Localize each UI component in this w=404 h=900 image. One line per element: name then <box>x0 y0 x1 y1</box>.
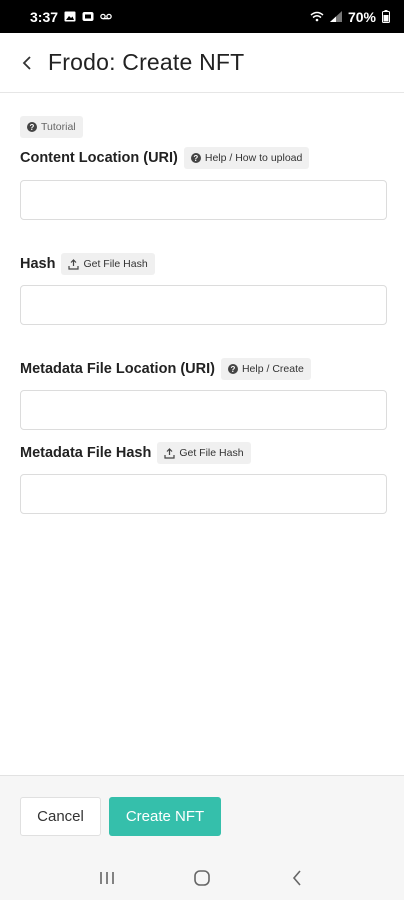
system-back-button[interactable] <box>277 863 317 893</box>
tutorial-button[interactable]: ? Tutorial <box>20 116 83 138</box>
status-right: 70% <box>310 9 390 25</box>
get-metadata-hash-button[interactable]: Get File Hash <box>157 442 251 464</box>
help-create-button[interactable]: ? Help / Create <box>220 358 311 380</box>
battery-icon <box>382 10 390 23</box>
help-icon: ? <box>190 153 201 163</box>
get-file-hash-button[interactable]: Get File Hash <box>61 253 155 275</box>
upload-icon <box>164 447 175 459</box>
get-metadata-hash-label: Get File Hash <box>179 447 244 459</box>
status-time: 3:37 <box>30 8 59 25</box>
help-upload-label: Help / How to upload <box>204 152 303 164</box>
image-icon <box>64 11 76 22</box>
help-create-label: Help / Create <box>241 363 304 375</box>
content-location-label: Content Location (URI) <box>20 150 178 166</box>
chevron-left-icon <box>22 55 31 70</box>
metadata-hash-label-row: Metadata File Hash Get File Hash <box>20 442 251 464</box>
help-icon: ? <box>27 122 37 132</box>
status-left: 3:37 <box>30 9 112 25</box>
help-upload-button[interactable]: ? Help / How to upload <box>183 147 310 169</box>
metadata-location-input[interactable] <box>20 390 387 430</box>
content-location-input[interactable] <box>20 180 387 220</box>
hash-label-row: Hash Get File Hash <box>20 253 155 275</box>
metadata-hash-label: Metadata File Hash <box>20 445 152 461</box>
tutorial-label: Tutorial <box>41 121 76 133</box>
home-button[interactable] <box>182 863 222 893</box>
metadata-hash-input[interactable] <box>20 474 387 514</box>
battery-percent: 70% <box>347 8 376 25</box>
content-location-label-row: Content Location (URI) ? Help / How to u… <box>20 147 310 169</box>
voicemail-icon <box>100 13 112 20</box>
system-nav-bar <box>0 855 404 900</box>
wifi-icon <box>310 11 324 22</box>
cancel-button[interactable]: Cancel <box>20 797 101 836</box>
metadata-location-label: Metadata File Location (URI) <box>20 361 215 377</box>
get-file-hash-label: Get File Hash <box>83 258 148 270</box>
app-header: Frodo: Create NFT <box>0 33 404 93</box>
hash-input[interactable] <box>20 285 387 325</box>
page-title: Frodo: Create NFT <box>48 49 245 75</box>
upload-icon <box>68 258 80 270</box>
back-icon <box>292 869 301 886</box>
signal-icon <box>329 11 342 22</box>
recent-apps-icon <box>100 871 115 884</box>
status-bar: 3:37 70% <box>0 0 404 33</box>
hash-label: Hash <box>20 256 56 272</box>
home-icon <box>194 869 210 886</box>
help-icon: ? <box>227 364 238 374</box>
notification-icon <box>82 12 94 21</box>
back-button[interactable] <box>18 51 36 75</box>
recent-apps-button[interactable] <box>87 863 127 893</box>
create-nft-button[interactable]: Create NFT <box>109 797 221 836</box>
metadata-location-label-row: Metadata File Location (URI) ? Help / Cr… <box>20 358 311 380</box>
